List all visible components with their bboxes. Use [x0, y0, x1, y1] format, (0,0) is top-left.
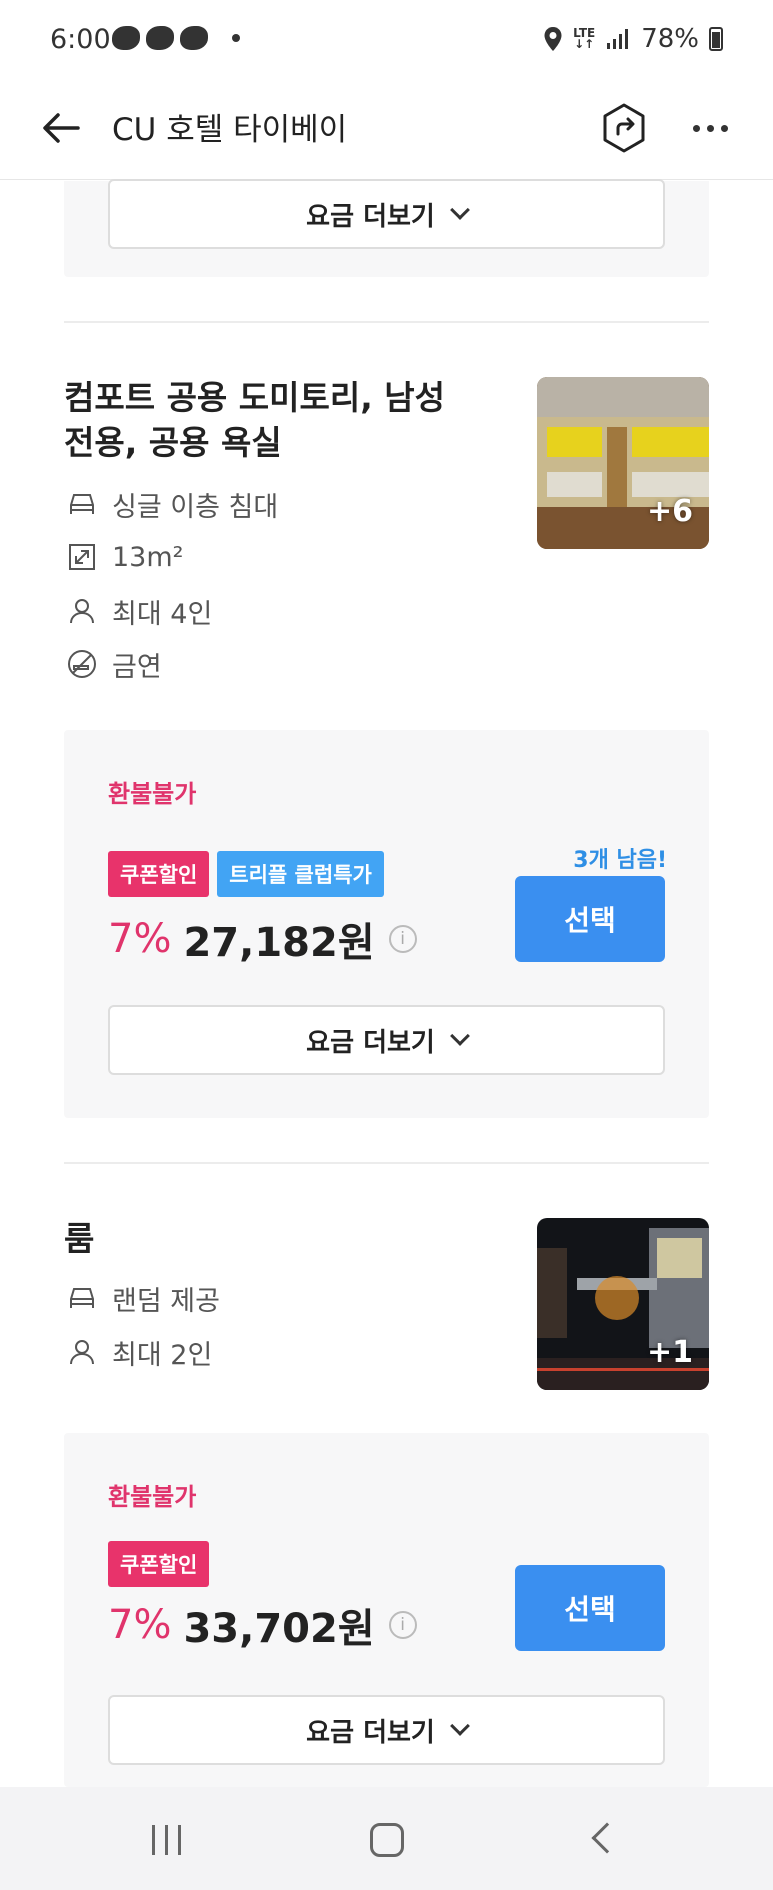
price: 27,182원 — [183, 920, 375, 966]
info-icon[interactable]: i — [388, 925, 417, 953]
more-rates-label: 요금 더보기 — [306, 1027, 435, 1058]
dot-icon — [706, 124, 714, 132]
feature-text: 최대 4인 — [112, 598, 213, 630]
battery-icon — [709, 27, 723, 51]
notification-icon — [180, 26, 208, 50]
rate-panel: 환불불가 쿠폰할인 7% 33,702원 i 선택 요금 더보기 — [64, 1433, 709, 1787]
discount-rate: 7% — [108, 916, 172, 962]
status-indicators: LTE ↓↑ 78% — [543, 24, 723, 54]
select-button[interactable]: 선택 — [515, 1565, 665, 1651]
room-name-line: 전용, 공용 욕실 — [64, 423, 282, 462]
more-rates-label: 요금 더보기 — [306, 1717, 435, 1748]
signal-icon — [607, 29, 629, 49]
person-icon — [70, 1340, 94, 1365]
feature-bed: 랜덤 제공 — [66, 1278, 220, 1318]
room-name-line: 컴포트 공용 도미토리, 남성 — [64, 378, 445, 417]
status-bar: 6:00 LTE ↓↑ 78% — [0, 0, 773, 84]
person-icon — [70, 599, 94, 624]
rate-panel-previous: 요금 더보기 — [64, 179, 709, 277]
coupon-badge: 쿠폰할인 — [108, 851, 210, 897]
refund-policy: 환불불가 — [108, 780, 197, 808]
more-options-button[interactable] — [686, 104, 734, 152]
room-photo[interactable]: +1 — [537, 1218, 709, 1390]
feature-text: 최대 2인 — [112, 1339, 213, 1371]
photo-count: +1 — [646, 1335, 693, 1370]
divider — [64, 321, 709, 323]
page-title: CU 호텔 타이베이 — [112, 112, 348, 148]
refund-policy: 환불불가 — [108, 1483, 197, 1511]
rate-badges: 쿠폰할인 — [108, 1541, 210, 1587]
chevron-down-icon — [449, 1716, 470, 1736]
divider — [64, 1162, 709, 1164]
price-row: 7% 33,702원 i — [108, 1596, 417, 1654]
price-row: 7% 27,182원 i — [108, 910, 417, 968]
more-notifications-icon — [232, 34, 240, 42]
battery-percent: 78% — [641, 24, 699, 54]
room-photo[interactable]: +6 — [537, 377, 709, 549]
home-button[interactable] — [370, 1823, 404, 1857]
bed-icon — [70, 494, 94, 514]
notification-icons — [112, 26, 240, 50]
system-back-button[interactable] — [591, 1822, 623, 1854]
more-rates-label: 요금 더보기 — [306, 201, 435, 232]
feature-text: 금연 — [112, 651, 162, 683]
rooms-remaining: 3개 남음! — [573, 848, 667, 873]
system-nav-bar — [0, 1787, 773, 1890]
no-smoking-icon — [68, 650, 96, 678]
recent-apps-button[interactable] — [152, 1825, 181, 1855]
feature-text: 13m² — [112, 541, 184, 573]
feature-capacity: 최대 4인 — [66, 591, 212, 631]
more-rates-button[interactable]: 요금 더보기 — [108, 1005, 665, 1075]
photo-count: +6 — [646, 494, 693, 529]
rate-badges: 쿠폰할인 트리플 클럽특가 — [108, 851, 384, 897]
feature-bed: 싱글 이층 침대 — [66, 484, 278, 524]
triple-club-badge: 트리플 클럽특가 — [217, 851, 384, 897]
location-icon — [544, 27, 562, 51]
more-rates-button[interactable]: 요금 더보기 — [108, 1695, 665, 1765]
select-button[interactable]: 선택 — [515, 876, 665, 962]
dot-icon — [692, 124, 700, 132]
back-button[interactable] — [38, 104, 86, 152]
price: 33,702원 — [183, 1606, 375, 1652]
notification-icon — [112, 26, 140, 50]
expand-icon — [69, 544, 95, 570]
feature-text: 랜덤 제공 — [112, 1285, 220, 1317]
room-name: 룸 — [64, 1219, 95, 1258]
more-rates-button[interactable]: 요금 더보기 — [108, 179, 665, 249]
feature-smoking: 금연 — [66, 644, 162, 684]
arrow-left-icon — [43, 113, 80, 143]
chevron-down-icon — [449, 1026, 470, 1046]
room-name: 컴포트 공용 도미토리, 남성 전용, 공용 욕실 — [64, 375, 445, 465]
feature-capacity: 최대 2인 — [66, 1332, 212, 1372]
feature-size: 13m² — [66, 537, 183, 577]
chevron-down-icon — [449, 200, 470, 220]
share-button[interactable] — [600, 100, 648, 156]
feature-text: 싱글 이층 침대 — [112, 491, 279, 523]
app-header: CU 호텔 타이베이 — [0, 84, 773, 180]
coupon-badge: 쿠폰할인 — [108, 1541, 210, 1587]
status-time: 6:00 — [50, 24, 111, 55]
rate-panel: 환불불가 쿠폰할인 트리플 클럽특가 7% 27,182원 i 3개 남음! 선… — [64, 730, 709, 1118]
dot-icon — [720, 124, 728, 132]
share-icon — [603, 103, 645, 153]
bed-icon — [70, 1288, 94, 1308]
discount-rate: 7% — [108, 1602, 172, 1648]
notification-icon — [146, 26, 174, 50]
network-type: LTE ↓↑ — [573, 26, 596, 51]
info-icon[interactable]: i — [388, 1611, 417, 1639]
